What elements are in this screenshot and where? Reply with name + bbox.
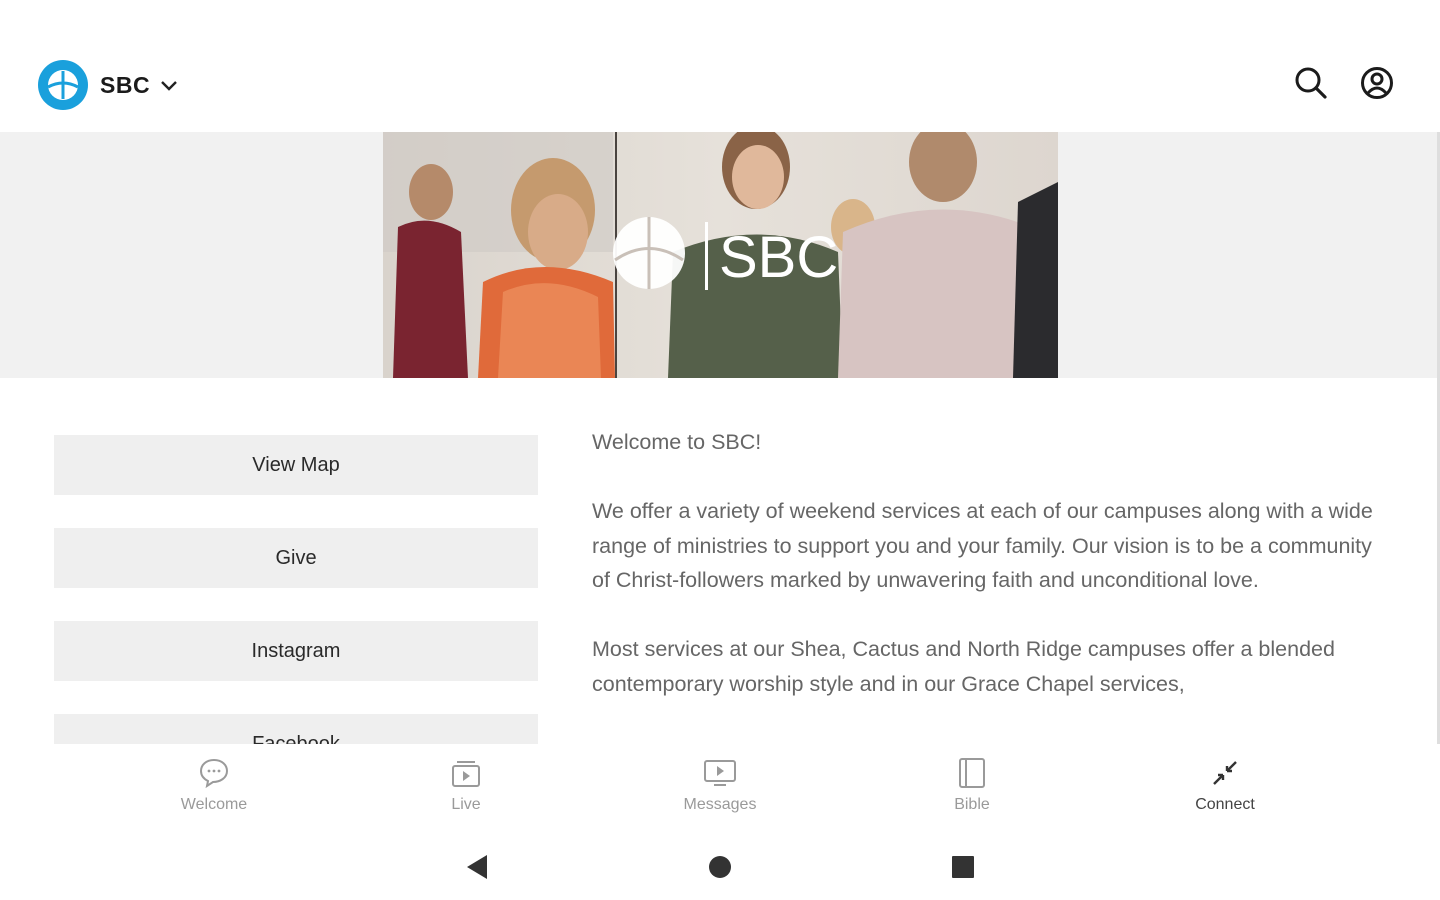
chat-bubble-icon xyxy=(197,756,231,790)
account-icon[interactable] xyxy=(1358,64,1396,102)
nav-label-live: Live xyxy=(451,796,481,813)
home-icon[interactable] xyxy=(705,852,735,882)
nav-item-messages[interactable]: Messages xyxy=(630,756,810,826)
facebook-button[interactable]: Facebook xyxy=(54,714,538,744)
nav-label-messages: Messages xyxy=(683,796,757,813)
nav-label-bible: Bible xyxy=(954,796,990,813)
give-button[interactable]: Give xyxy=(54,528,538,588)
welcome-paragraph-services: Most services at our Shea, Cactus and No… xyxy=(592,637,1335,696)
system-navigation-bar xyxy=(0,834,1440,900)
live-video-icon xyxy=(449,756,483,790)
instagram-button[interactable]: Instagram xyxy=(54,621,538,681)
welcome-paragraph-vision: We offer a variety of weekend services a… xyxy=(592,499,1373,592)
view-map-button[interactable]: View Map xyxy=(54,435,538,495)
welcome-heading: Welcome to SBC! xyxy=(592,430,762,454)
bottom-navigation: Welcome Live Messages Bible Connect xyxy=(0,744,1440,834)
nav-label-welcome: Welcome xyxy=(180,796,248,813)
chevron-down-icon xyxy=(160,79,178,91)
welcome-content: Welcome to SBC! We offer a variety of we… xyxy=(592,425,1392,744)
nav-item-live[interactable]: Live xyxy=(376,756,556,826)
recents-icon[interactable] xyxy=(948,852,978,882)
hero-logo-text: SBC xyxy=(719,225,838,290)
hero-image: SBC xyxy=(383,132,1058,378)
campus-selector[interactable]: SBC xyxy=(38,60,178,110)
nav-label-connect: Connect xyxy=(1195,796,1255,813)
link-button-list: View Map Give Instagram Facebook xyxy=(54,435,538,744)
book-icon xyxy=(955,756,989,790)
nav-item-welcome[interactable]: Welcome xyxy=(124,756,304,826)
tv-play-icon xyxy=(703,756,737,790)
app-header: SBC xyxy=(0,0,1440,132)
campus-name: SBC xyxy=(100,71,151,98)
church-logo-icon xyxy=(38,60,88,110)
back-icon[interactable] xyxy=(462,852,492,882)
search-icon[interactable] xyxy=(1292,64,1330,102)
nav-item-connect[interactable]: Connect xyxy=(1135,756,1315,826)
connect-arrows-icon xyxy=(1208,756,1242,790)
nav-item-bible[interactable]: Bible xyxy=(882,756,1062,826)
